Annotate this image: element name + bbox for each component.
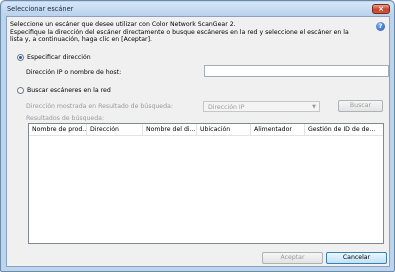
instructions-text: Seleccione un escáner que desee utilizar… (10, 21, 365, 44)
column-header-address[interactable]: Dirección (87, 124, 143, 136)
specify-address-option[interactable]: Especificar dirección (17, 54, 91, 61)
search-results-list[interactable]: Nombre de prod... Dirección Nombre del d… (28, 123, 384, 244)
cancel-button[interactable]: Cancelar (326, 252, 387, 264)
ip-host-input[interactable] (204, 65, 389, 77)
search-results-label: Resultados de búsqueda: (26, 115, 105, 122)
dialog-body: Seleccione un escáner que desee utilizar… (6, 16, 390, 267)
specify-address-label: Especificar dirección (27, 54, 91, 61)
specify-address-radio[interactable] (17, 54, 24, 61)
help-icon[interactable]: ? (376, 22, 385, 31)
column-header-device-name[interactable]: Nombre del di... (143, 124, 197, 136)
column-header-product-name[interactable]: Nombre de prod... (29, 124, 87, 136)
accept-button[interactable]: Aceptar (262, 252, 323, 264)
address-display-value: Dirección IP (208, 104, 245, 111)
window-title: Seleccionar escáner (7, 5, 74, 13)
column-header-feeder[interactable]: Alimentador (251, 124, 305, 136)
column-header-department-id[interactable]: Gestión de ID de de... (305, 124, 382, 136)
instructions-line-3: lista y, a continuación, haga clic en [A… (10, 36, 152, 44)
title-bar[interactable]: Seleccionar escáner × (2, 2, 393, 16)
chevron-down-icon: ▼ (312, 104, 316, 110)
search-button[interactable]: Buscar (338, 100, 383, 112)
search-network-radio[interactable] (17, 87, 24, 94)
ip-host-label: Dirección IP o nombre de host: (26, 69, 122, 76)
search-network-label: Buscar escáneres en la red (27, 87, 111, 94)
column-header-location[interactable]: Ubicación (197, 124, 251, 136)
address-display-label: Dirección mostrada en Resultado de búsqu… (26, 103, 173, 110)
results-header-row: Nombre de prod... Dirección Nombre del d… (29, 124, 383, 136)
search-network-option[interactable]: Buscar escáneres en la red (17, 87, 111, 94)
address-display-select[interactable]: Dirección IP ▼ (203, 101, 320, 112)
instructions-line-1: Seleccione un escáner que desee utilizar… (10, 21, 236, 28)
close-button[interactable]: × (372, 4, 390, 14)
dialog-window: Seleccionar escáner × Seleccione un escá… (0, 0, 395, 272)
